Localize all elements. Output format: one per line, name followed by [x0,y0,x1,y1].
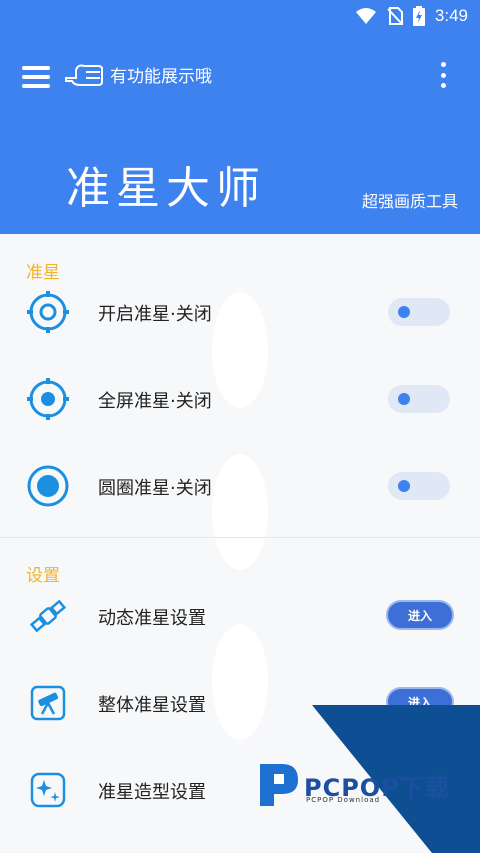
toggle-knob [398,393,410,405]
status-time: 3:49 [434,6,468,25]
setting-row-label: 动态准星设置 [98,608,206,629]
more-vertical-icon [440,62,446,67]
crosshair-fullscreen-toggle[interactable] [388,385,450,413]
circle-crosshair-icon [27,465,69,507]
menu-icon [22,66,50,70]
crosshair-open-toggle[interactable] [388,298,450,326]
section-divider [0,537,480,538]
toggle-knob [398,480,410,492]
app-subtitle: 超强画质工具 [361,192,458,211]
more-options-button[interactable] [436,62,450,88]
dynamic-settings-enter-button[interactable]: 进入 [386,600,454,630]
sparkle-shape-icon [30,772,66,808]
watermark-subtext: PCPOP Download [306,796,381,804]
crosshair-circle-toggle[interactable] [388,472,450,500]
crosshair-row-open: 开启准星·关闭 [0,276,480,348]
app-header: 有功能展示哦 准星大师 超强画质工具 [0,32,480,234]
crosshair-row-label: 全屏准星·关闭 [98,391,212,412]
watermark-logo-icon [260,764,298,806]
battery-charging-icon [412,6,425,26]
fullscreen-crosshair-icon [27,378,69,420]
crosshair-row-label: 开启准星·关闭 [98,304,212,325]
crosshair-row-circle: 圆圈准星·关闭 [0,450,480,522]
no-sim-icon [387,7,403,25]
wifi-icon [355,8,376,24]
setting-row-label: 准星造型设置 [98,782,206,803]
setting-row-label: 整体准星设置 [98,695,206,716]
telescope-icon [30,685,66,721]
crosshair-target-icon [27,291,69,333]
app-title: 准星大师 [66,163,266,214]
satellite-icon [29,599,67,633]
menu-button[interactable] [22,66,50,88]
status-bar: 3:49 [0,0,480,32]
crosshair-row-fullscreen: 全屏准星·关闭 [0,363,480,435]
setting-row-dynamic: 动态准星设置 进入 [0,580,480,652]
toggle-knob [398,306,410,318]
crosshair-row-label: 圆圈准星·关闭 [98,478,212,499]
pointing-hand-icon [65,64,103,86]
hint-text: 有功能展示哦 [110,67,212,87]
